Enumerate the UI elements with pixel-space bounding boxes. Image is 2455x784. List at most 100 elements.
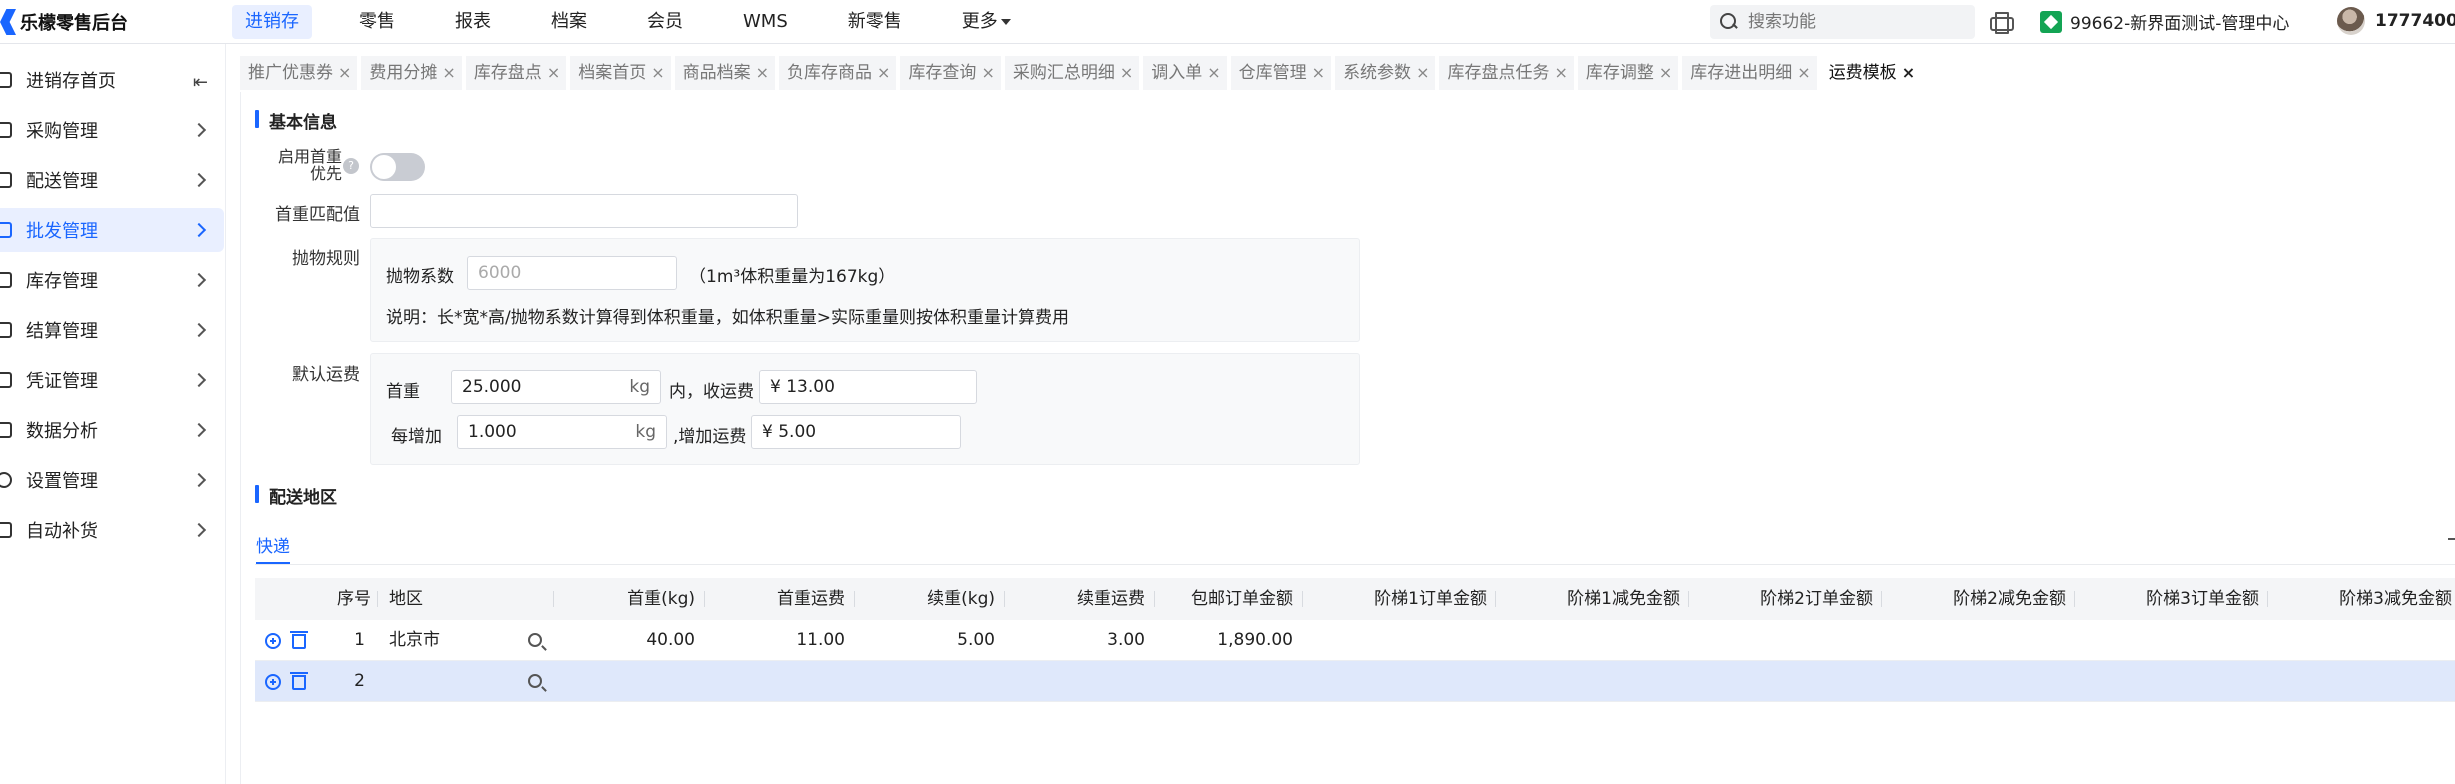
cell-first-kg[interactable]: 40.00: [555, 620, 695, 661]
nav-item-inventory[interactable]: 进销存: [232, 5, 312, 39]
close-icon[interactable]: ×: [1659, 63, 1672, 82]
delete-row-icon[interactable]: [290, 672, 308, 690]
sidebar-item-auto-replenish[interactable]: 自动补货: [0, 508, 224, 552]
column-header: 阶梯1订单金额: [1374, 589, 1487, 609]
section-title-delivery: 配送地区: [255, 483, 337, 508]
user-menu[interactable]: 17774005: [2337, 7, 2455, 35]
volumetric-coef-label: 抛物系数: [386, 267, 454, 287]
search-region-icon[interactable]: [528, 633, 542, 647]
close-icon[interactable]: ×: [1207, 63, 1220, 82]
sidebar-item-wholesale[interactable]: 批发管理: [0, 208, 224, 252]
volumetric-coef-input[interactable]: 6000: [467, 256, 677, 290]
tab-label: 负库存商品: [787, 63, 873, 83]
nav-item-members[interactable]: 会员: [634, 5, 696, 39]
sidebar-item-purchase[interactable]: 采购管理: [0, 108, 224, 152]
tab-stocktake-task[interactable]: 库存盘点任务 ×: [1439, 56, 1574, 90]
first-weight-match-input[interactable]: [370, 194, 798, 228]
tab-system-params[interactable]: 系统参数 ×: [1335, 56, 1436, 90]
tab-label: 库存进出明细: [1690, 63, 1793, 83]
tab-express[interactable]: 快递: [256, 532, 290, 564]
main-nav: 进销存 零售 报表 档案 会员 WMS 新零售 更多: [232, 5, 1058, 39]
top-bar: 乐檬零售后台 进销存 零售 报表 档案 会员 WMS 新零售 更多 99662-…: [0, 0, 2455, 44]
nav-item-new-retail[interactable]: 新零售: [835, 5, 915, 39]
help-icon[interactable]: ?: [343, 158, 359, 174]
user-id: 17774005: [2375, 11, 2455, 31]
app-logo[interactable]: 乐檬零售后台: [0, 8, 128, 36]
tab-stocktake[interactable]: 库存盘点 ×: [465, 56, 567, 90]
tab-promotion-coupon[interactable]: 推广优惠券 ×: [240, 56, 358, 90]
close-icon[interactable]: ×: [1797, 63, 1810, 82]
nav-item-reports[interactable]: 报表: [442, 5, 504, 39]
add-row-icon[interactable]: [265, 633, 281, 649]
tab-warehouse[interactable]: 仓库管理 ×: [1230, 56, 1332, 90]
tab-label: 库存调整: [1585, 63, 1654, 83]
search-box[interactable]: [1710, 5, 1975, 39]
nav-item-wms[interactable]: WMS: [730, 5, 801, 39]
close-icon[interactable]: ×: [877, 63, 890, 82]
sidebar-item-inventory[interactable]: 库存管理: [0, 258, 224, 302]
close-icon[interactable]: ×: [1312, 63, 1325, 82]
close-icon[interactable]: ×: [981, 63, 994, 82]
column-header: 首重(kg): [627, 589, 695, 609]
add-row-icon[interactable]: [265, 674, 281, 690]
close-icon[interactable]: ×: [442, 63, 455, 82]
tab-label: 费用分摊: [369, 63, 438, 83]
delete-row-icon[interactable]: [290, 631, 308, 649]
close-icon[interactable]: ×: [1416, 63, 1429, 82]
first-weight-value: 25.000: [462, 377, 522, 397]
first-weight-input[interactable]: 25.000 kg: [451, 370, 661, 404]
cart-icon: [0, 122, 12, 138]
nav-item-retail[interactable]: 零售: [346, 5, 408, 39]
tab-transfer-in[interactable]: 调入单 ×: [1143, 56, 1227, 90]
add-weight-value: 1.000: [468, 422, 517, 442]
close-icon[interactable]: ×: [756, 63, 769, 82]
table-row[interactable]: 2: [255, 661, 2455, 702]
close-icon[interactable]: ×: [1902, 63, 1915, 82]
settings-icon: [0, 472, 12, 488]
first-fee-input[interactable]: ¥ 13.00: [759, 370, 977, 404]
table-row[interactable]: 1 北京市 40.00 11.00 5.00 3.00 1,890.00: [255, 620, 2455, 661]
store-selector[interactable]: 99662-新界面测试-管理中心: [2040, 9, 2289, 34]
inventory-icon: [0, 272, 12, 288]
close-icon[interactable]: ×: [547, 63, 560, 82]
cell-add-fee[interactable]: 3.00: [1005, 620, 1145, 661]
sidebar-item-settings[interactable]: 设置管理: [0, 458, 224, 502]
tab-stock-query[interactable]: 库存查询 ×: [900, 56, 1001, 90]
tab-label: 商品档案: [682, 63, 751, 83]
nav-more-menu[interactable]: 更多: [949, 5, 1024, 39]
search-icon: [1720, 13, 1738, 31]
tab-product-archive[interactable]: 商品档案 ×: [674, 56, 776, 90]
sidebar-item-label: 批发管理: [26, 221, 98, 242]
cell-add-kg[interactable]: 5.00: [855, 620, 995, 661]
cell-first-fee[interactable]: 11.00: [705, 620, 845, 661]
sidebar-item-label: 库存管理: [26, 271, 98, 292]
cell-free-amount[interactable]: 1,890.00: [1155, 620, 1293, 661]
close-icon[interactable]: ×: [1120, 63, 1133, 82]
sidebar-item-settlement[interactable]: 结算管理: [0, 308, 224, 352]
tab-stock-adjust[interactable]: 库存调整 ×: [1577, 56, 1679, 90]
search-input[interactable]: [1748, 12, 1948, 32]
search-region-icon[interactable]: [528, 674, 542, 688]
close-icon[interactable]: ×: [651, 63, 664, 82]
sidebar-item-inventory-home[interactable]: 进销存首页 ⇤: [0, 58, 224, 102]
sidebar-item-analytics[interactable]: 数据分析: [0, 408, 224, 452]
tab-stock-in-out[interactable]: 库存进出明细 ×: [1682, 56, 1817, 90]
sidebar-item-delivery[interactable]: 配送管理: [0, 158, 224, 202]
printer-icon[interactable]: [1990, 11, 2014, 34]
sidebar-item-voucher[interactable]: 凭证管理: [0, 358, 224, 402]
close-icon[interactable]: ×: [338, 63, 351, 82]
tab-purchase-summary[interactable]: 采购汇总明细 ×: [1004, 56, 1140, 90]
nav-item-archives[interactable]: 档案: [538, 5, 600, 39]
tab-cost-allocation[interactable]: 费用分摊 ×: [361, 56, 462, 90]
tab-negative-stock[interactable]: 负库存商品 ×: [779, 56, 897, 90]
add-fee-input[interactable]: ¥ 5.00: [751, 415, 961, 449]
tab-label: 运费模板: [1828, 63, 1897, 83]
collapse-sidebar-icon[interactable]: ⇤: [193, 72, 208, 93]
first-fee-label: 内，收运费: [669, 382, 754, 402]
cell-region[interactable]: 北京市: [389, 620, 440, 661]
close-icon[interactable]: ×: [1554, 63, 1567, 82]
first-weight-priority-toggle[interactable]: [370, 153, 425, 181]
tab-freight-template[interactable]: 运费模板 ×: [1820, 56, 1922, 90]
tab-archive-home[interactable]: 档案首页 ×: [570, 56, 671, 90]
add-weight-input[interactable]: 1.000 kg: [457, 415, 667, 449]
